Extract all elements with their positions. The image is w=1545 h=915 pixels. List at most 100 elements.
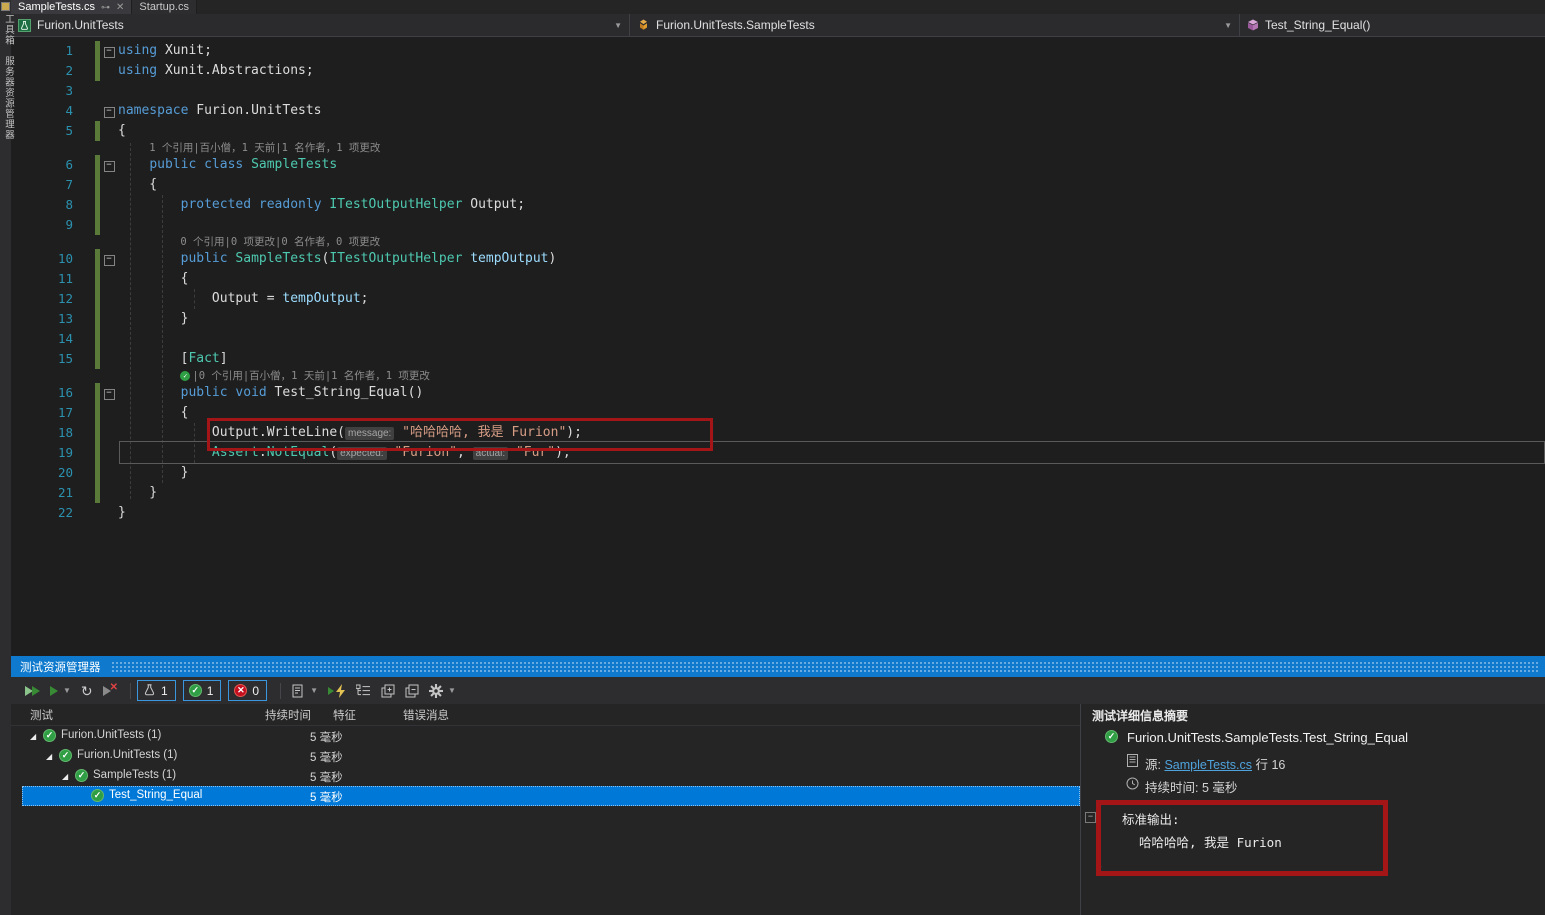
fold-marker[interactable]: − xyxy=(104,107,115,118)
code-line-5[interactable]: 5{ xyxy=(11,121,1545,141)
group-by-button[interactable] xyxy=(352,682,375,699)
fold-margin xyxy=(100,403,118,423)
code-line-14[interactable]: 14 xyxy=(11,329,1545,349)
pin-icon[interactable]: ⊶ xyxy=(101,3,110,12)
code-line-11[interactable]: 11 { xyxy=(11,269,1545,289)
refresh-icon: ↻ xyxy=(81,684,93,698)
test-passed-icon: ✓ xyxy=(59,749,72,762)
tab-label: SampleTests.cs xyxy=(18,1,95,13)
toolbar-separator xyxy=(130,683,131,699)
sidebar-tab-toolbox[interactable]: 工具箱 xyxy=(1,14,15,46)
codelens-text[interactable]: 1 个引用|百小僧，1 天前|1 名作者，1 项更改 xyxy=(149,141,380,155)
test-duration: 5 毫秒 xyxy=(310,749,343,765)
code-line-16[interactable]: 16− public void Test_String_Equal() xyxy=(11,383,1545,403)
panel-title: 测试资源管理器 xyxy=(20,659,101,675)
line-number: 13 xyxy=(11,309,73,329)
run-all-tests-button[interactable] xyxy=(21,684,44,698)
expander-icon[interactable]: ◢ xyxy=(30,732,36,741)
close-icon[interactable]: ✕ xyxy=(116,3,124,12)
fold-marker[interactable]: − xyxy=(104,47,115,58)
code-text xyxy=(118,329,1545,349)
expander-icon[interactable]: ◢ xyxy=(46,752,52,761)
column-error-message[interactable]: 错误消息 xyxy=(403,707,449,723)
tab-startup[interactable]: Startup.cs xyxy=(132,0,197,14)
code-line-1[interactable]: 1−using Xunit; xyxy=(11,41,1545,61)
test-tree-row-SampleTests-1-[interactable]: ◢✓SampleTests (1)5 毫秒 xyxy=(11,766,1080,786)
test-duration: 5 毫秒 xyxy=(310,769,343,785)
repeat-last-run-button[interactable]: ↻ xyxy=(77,682,97,700)
line-number: 21 xyxy=(11,483,73,503)
fold-margin: − xyxy=(100,101,118,121)
fold-margin xyxy=(100,329,118,349)
test-tree-row-Furion-UnitTests-1-[interactable]: ◢✓Furion.UnitTests (1)5 毫秒 xyxy=(11,746,1080,766)
line-number: 7 xyxy=(11,175,73,195)
tab-label: Startup.cs xyxy=(139,1,189,13)
code-line-7[interactable]: 7 { xyxy=(11,175,1545,195)
code-line-10[interactable]: 10− public SampleTests(ITestOutputHelper… xyxy=(11,249,1545,269)
cancel-x-icon: ✕ xyxy=(110,682,118,693)
codelens-row[interactable]: ✓|0 个引用|百小僧，1 天前|1 名作者，1 项更改 xyxy=(11,369,1545,383)
member-dropdown[interactable]: Test_String_Equal() xyxy=(1240,14,1545,36)
fold-margin xyxy=(100,175,118,195)
tab-sampletests[interactable]: SampleTests.cs ⊶ ✕ xyxy=(11,0,132,14)
code-line-15[interactable]: 15 [Fact] xyxy=(11,349,1545,369)
fold-margin xyxy=(100,309,118,329)
column-test[interactable]: 测试 xyxy=(30,707,53,723)
filter-total-toggle[interactable]: 1 xyxy=(137,680,176,701)
codelens-row[interactable]: 1 个引用|百小僧，1 天前|1 名作者，1 项更改 xyxy=(11,141,1545,155)
playlist-button[interactable]: ▼ xyxy=(287,682,322,700)
code-line-22[interactable]: 22} xyxy=(11,503,1545,523)
fold-marker[interactable]: − xyxy=(104,255,115,266)
fold-margin xyxy=(100,81,118,101)
code-text xyxy=(118,215,1545,235)
fold-margin: − xyxy=(100,249,118,269)
test-passed-icon: ✓ xyxy=(43,729,56,742)
code-line-20[interactable]: 20 } xyxy=(11,463,1545,483)
expand-all-button[interactable] xyxy=(377,682,399,700)
line-number: 19 xyxy=(11,443,73,463)
code-line-2[interactable]: 2using Xunit.Abstractions; xyxy=(11,61,1545,81)
test-tree-row-Furion-UnitTests-1-[interactable]: ◢✓Furion.UnitTests (1)5 毫秒 xyxy=(11,726,1080,746)
line-number: 11 xyxy=(11,269,73,289)
code-line-12[interactable]: 12 Output = tempOutput; xyxy=(11,289,1545,309)
test-explorer-panel: 测试资源管理器 ▼ ↻ ✕ xyxy=(11,656,1545,915)
expander-icon[interactable]: ◢ xyxy=(62,772,68,781)
code-line-4[interactable]: 4−namespace Furion.UnitTests xyxy=(11,101,1545,121)
fold-margin xyxy=(100,503,118,523)
fold-marker[interactable]: − xyxy=(104,161,115,172)
filter-failed-toggle[interactable]: ✕ 0 xyxy=(228,680,267,701)
column-traits[interactable]: 特征 xyxy=(333,707,356,723)
code-line-21[interactable]: 21 } xyxy=(11,483,1545,503)
collapse-all-button[interactable] xyxy=(401,682,423,700)
cancel-run-button[interactable]: ✕ xyxy=(99,684,122,698)
filter-passed-toggle[interactable]: ✓ 1 xyxy=(183,680,222,701)
codelens-text[interactable]: |0 个引用|百小僧，1 天前|1 名作者，1 项更改 xyxy=(192,369,430,383)
code-line-3[interactable]: 3 xyxy=(11,81,1545,101)
source-file-link[interactable]: SampleTests.cs xyxy=(1164,758,1252,772)
collapse-output-icon[interactable]: − xyxy=(1085,812,1096,823)
test-tree-row-Test_String_Equal[interactable]: ✓Test_String_Equal5 毫秒 xyxy=(11,786,1080,806)
code-line-18[interactable]: 18 Output.WriteLine(message: "哈哈哈哈, 我是 F… xyxy=(11,423,1545,443)
code-line-17[interactable]: 17 { xyxy=(11,403,1545,423)
run-after-build-button[interactable] xyxy=(324,682,350,700)
code-text: } xyxy=(118,503,1545,523)
code-line-8[interactable]: 8 protected readonly ITestOutputHelper O… xyxy=(11,195,1545,215)
codelens-text[interactable]: 0 个引用|0 项更改|0 名作者，0 项更改 xyxy=(180,235,380,249)
code-line-13[interactable]: 13 } xyxy=(11,309,1545,329)
fold-marker[interactable]: − xyxy=(104,389,115,400)
codelens-row[interactable]: 0 个引用|0 项更改|0 名作者，0 项更改 xyxy=(11,235,1545,249)
navigation-bar: Furion.UnitTests ▼ Furion.UnitTests.Samp… xyxy=(11,14,1545,37)
chevron-down-icon: ▼ xyxy=(606,21,622,30)
code-editor[interactable]: 1−using Xunit;2using Xunit.Abstractions;… xyxy=(11,37,1545,656)
code-line-9[interactable]: 9 xyxy=(11,215,1545,235)
column-duration[interactable]: 持续时间 xyxy=(265,707,311,723)
sidebar-tab-server-explorer[interactable]: 服务器资源管理器 xyxy=(1,56,15,140)
code-line-6[interactable]: 6− public class SampleTests xyxy=(11,155,1545,175)
project-dropdown[interactable]: Furion.UnitTests ▼ xyxy=(11,14,630,36)
main-area: SampleTests.cs ⊶ ✕ Startup.cs Furion.Uni… xyxy=(11,0,1545,915)
settings-button[interactable]: ▼ xyxy=(425,682,460,700)
panel-title-bar[interactable]: 测试资源管理器 xyxy=(11,656,1545,677)
run-tests-button[interactable]: ▼ xyxy=(46,684,75,698)
code-line-19[interactable]: 19 Assert.NotEqual(expected: "Furion", a… xyxy=(11,443,1545,463)
type-dropdown[interactable]: Furion.UnitTests.SampleTests ▼ xyxy=(630,14,1240,36)
